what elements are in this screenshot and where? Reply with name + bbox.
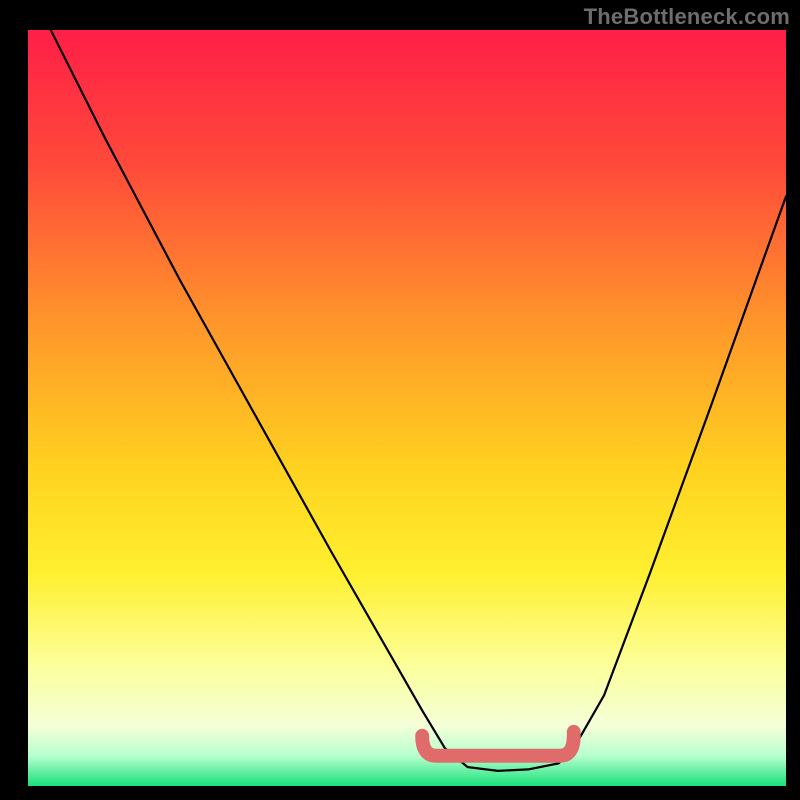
chart-frame: TheBottleneck.com: [0, 0, 800, 800]
watermark-text: TheBottleneck.com: [584, 4, 790, 30]
flat-end-dot: [567, 725, 581, 739]
bottleneck-chart: [28, 30, 786, 786]
gradient-background: [28, 30, 786, 786]
plot-area: [28, 30, 786, 786]
